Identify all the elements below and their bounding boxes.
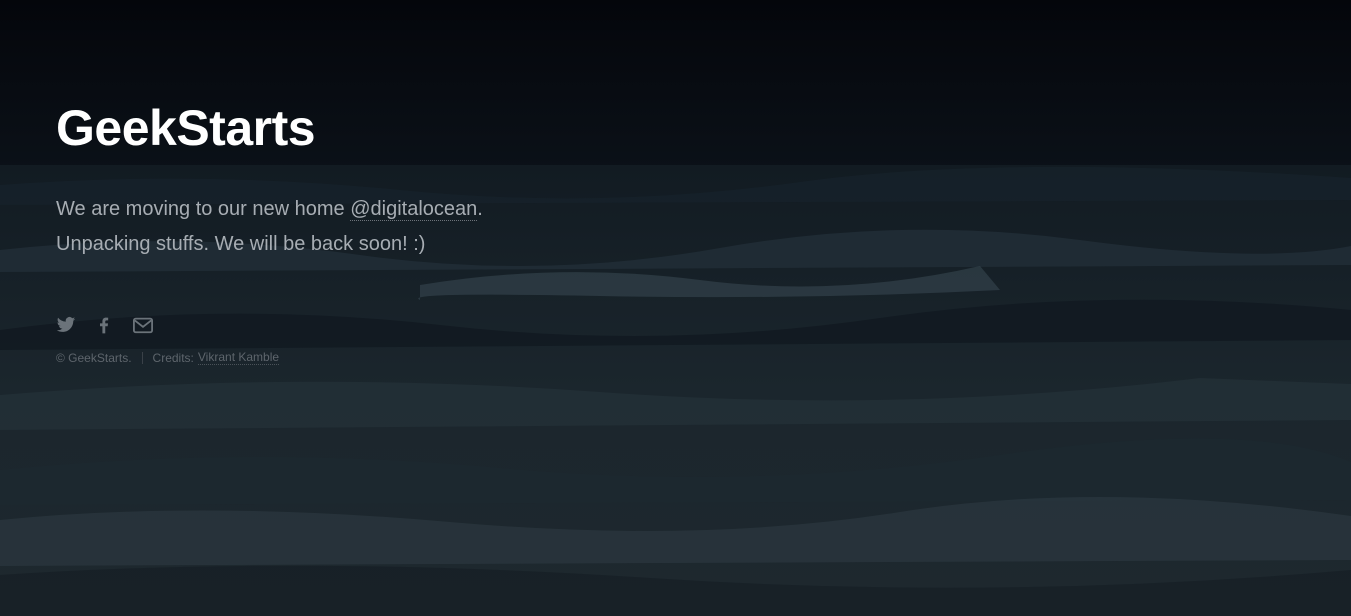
footer: © GeekStarts. Credits: Vikrant Kamble [56, 350, 756, 365]
twitter-icon-glyph [56, 317, 76, 332]
copyright-text: © GeekStarts. [56, 350, 132, 365]
credits-link[interactable]: Vikrant Kamble [197, 350, 280, 365]
credits-label: Credits: [152, 350, 194, 365]
tagline-suffix: . [477, 198, 483, 220]
tagline-line-2: Unpacking stuffs. We will be back soon! … [56, 233, 426, 255]
facebook-icon-glyph [100, 317, 109, 334]
tagline: We are moving to our new home @digitaloc… [56, 192, 756, 262]
facebook-icon[interactable] [94, 315, 116, 337]
main-content: GeekStarts We are moving to our new home… [56, 96, 756, 365]
social-links [56, 314, 756, 338]
email-icon[interactable] [132, 315, 154, 337]
email-icon-glyph [133, 317, 153, 334]
tagline-line-1: We are moving to our new home @digitaloc… [56, 192, 756, 227]
site-title: GeekStarts [56, 100, 316, 156]
tagline-prefix: We are moving to our new home [56, 198, 351, 220]
digitalocean-link[interactable]: @digitalocean [350, 198, 478, 221]
twitter-icon[interactable] [56, 315, 78, 337]
footer-divider [141, 351, 143, 364]
